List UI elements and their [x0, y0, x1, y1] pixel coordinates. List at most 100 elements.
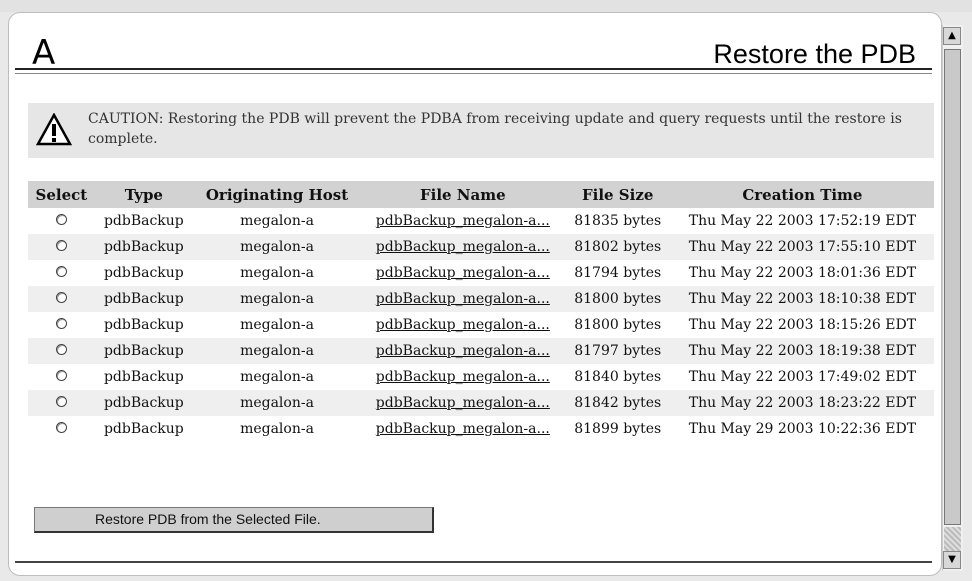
- row-creation-time: Thu May 29 2003 10:22:36 EDT: [688, 421, 917, 437]
- row-originating-host: megalon-a: [192, 390, 362, 416]
- column-type: Type: [94, 181, 193, 208]
- row-originating-host: megalon-a: [240, 369, 314, 385]
- table-row[interactable]: pdbBackup megalon-a pdbBackup_megalon-a...…: [28, 312, 934, 338]
- file-link[interactable]: pdbBackup_megalon-a...: [376, 213, 550, 229]
- radio-button[interactable]: [55, 344, 67, 355]
- row-select-radio[interactable]: [28, 312, 95, 338]
- row-file-size: 81842 bytes: [564, 390, 671, 416]
- table-body: pdbBackup megalon-a pdbBackup_megalon-a...…: [28, 208, 934, 442]
- row-file-size: 81794 bytes: [574, 265, 662, 281]
- caution-banner: CAUTION: Restoring the PDB will prevent …: [28, 103, 934, 158]
- row-select-radio[interactable]: [28, 234, 95, 260]
- table-row[interactable]: pdbBackup megalon-a pdbBackup_megalon-a...…: [28, 208, 934, 234]
- row-file-name: pdbBackup_megalon-a...: [361, 338, 565, 364]
- table-row[interactable]: pdbBackup megalon-a pdbBackup_megalon-a...…: [28, 234, 934, 260]
- radio-button[interactable]: [55, 396, 67, 407]
- radio-button[interactable]: [55, 422, 67, 433]
- row-type: pdbBackup: [103, 213, 184, 229]
- row-file-size: 81797 bytes: [564, 338, 671, 364]
- row-type: pdbBackup: [103, 369, 184, 385]
- file-link[interactable]: pdbBackup_megalon-a...: [376, 291, 550, 307]
- row-select-radio[interactable]: [28, 338, 95, 364]
- column-file-size: File Size: [564, 181, 671, 208]
- row-file-name: pdbBackup_megalon-a...: [361, 390, 565, 416]
- header-divider: [15, 68, 932, 70]
- radio-button[interactable]: [55, 318, 67, 329]
- row-type: pdbBackup: [94, 338, 193, 364]
- row-file-name: pdbBackup_megalon-a...: [361, 234, 565, 260]
- header-divider-thin: [15, 73, 932, 74]
- row-creation-time: Thu May 22 2003 18:01:36 EDT: [688, 265, 917, 281]
- row-file-name: pdbBackup_megalon-a...: [361, 286, 565, 312]
- radio-button[interactable]: [55, 214, 67, 225]
- scrollbar-track[interactable]: [944, 527, 961, 551]
- column-file-name: File Name: [361, 181, 565, 208]
- warning-icon: [36, 113, 72, 146]
- table-row[interactable]: pdbBackup megalon-a pdbBackup_megalon-a...…: [28, 364, 934, 390]
- arrow-up-icon[interactable]: ▲: [943, 27, 961, 45]
- radio-button[interactable]: [55, 266, 67, 277]
- column-select: Select: [28, 181, 95, 208]
- radio-button[interactable]: [55, 292, 67, 303]
- row-originating-host: megalon-a: [240, 213, 314, 229]
- row-originating-host: megalon-a: [192, 234, 362, 260]
- file-link[interactable]: pdbBackup_megalon-a...: [376, 265, 550, 281]
- row-type: pdbBackup: [94, 234, 193, 260]
- row-creation-time: Thu May 22 2003 18:19:38 EDT: [670, 338, 934, 364]
- table-row[interactable]: pdbBackup megalon-a pdbBackup_megalon-a...…: [28, 416, 934, 442]
- footer-divider: [15, 561, 932, 563]
- row-originating-host: megalon-a: [192, 338, 362, 364]
- arrow-down-icon[interactable]: ▼: [943, 551, 961, 569]
- logo: A: [32, 33, 56, 73]
- row-originating-host: megalon-a: [240, 421, 314, 437]
- row-file-size: 81840 bytes: [574, 369, 662, 385]
- row-select-radio[interactable]: [28, 260, 95, 286]
- row-select-radio[interactable]: [28, 416, 95, 442]
- file-link[interactable]: pdbBackup_megalon-a...: [376, 369, 550, 385]
- radio-button[interactable]: [55, 370, 67, 381]
- file-link[interactable]: pdbBackup_megalon-a...: [376, 343, 550, 359]
- table-row[interactable]: pdbBackup megalon-a pdbBackup_megalon-a...…: [28, 338, 934, 364]
- row-originating-host: megalon-a: [192, 286, 362, 312]
- row-creation-time: Thu May 22 2003 17:52:19 EDT: [688, 213, 917, 229]
- top-strip: [0, 0, 972, 12]
- row-select-radio[interactable]: [28, 364, 95, 390]
- row-type: pdbBackup: [103, 265, 184, 281]
- vertical-scrollbar[interactable]: ▲ ▼: [942, 25, 963, 571]
- file-link[interactable]: pdbBackup_megalon-a...: [376, 395, 550, 411]
- file-link[interactable]: pdbBackup_megalon-a...: [376, 239, 550, 255]
- caution-text: CAUTION: Restoring the PDB will prevent …: [88, 111, 902, 147]
- row-creation-time: Thu May 22 2003 17:49:02 EDT: [688, 369, 917, 385]
- row-originating-host: megalon-a: [240, 265, 314, 281]
- row-originating-host: megalon-a: [240, 317, 314, 333]
- row-file-name: pdbBackup_megalon-a...: [361, 364, 565, 390]
- row-select-radio[interactable]: [28, 390, 95, 416]
- row-type: pdbBackup: [103, 317, 184, 333]
- backup-table: Select Type Originating Host File Name F…: [28, 181, 934, 442]
- table-row[interactable]: pdbBackup megalon-a pdbBackup_megalon-a...…: [28, 260, 934, 286]
- radio-button[interactable]: [55, 240, 67, 251]
- row-select-radio[interactable]: [28, 286, 95, 312]
- row-file-size: 81835 bytes: [574, 213, 662, 229]
- row-file-size: 81802 bytes: [564, 234, 671, 260]
- scrollbar-thumb[interactable]: [944, 49, 961, 525]
- table-header-row: Select Type Originating Host File Name F…: [28, 181, 934, 208]
- file-link[interactable]: pdbBackup_megalon-a...: [376, 317, 550, 333]
- table-row[interactable]: pdbBackup megalon-a pdbBackup_megalon-a...…: [28, 390, 934, 416]
- column-creation-time: Creation Time: [670, 181, 934, 208]
- row-file-size: 81800 bytes: [564, 286, 671, 312]
- row-type: pdbBackup: [94, 286, 193, 312]
- row-type: pdbBackup: [94, 390, 193, 416]
- row-creation-time: Thu May 22 2003 17:55:10 EDT: [670, 234, 934, 260]
- page-title: Restore the PDB: [713, 39, 916, 69]
- column-originating-host: Originating Host: [192, 181, 362, 208]
- table-row[interactable]: pdbBackup megalon-a pdbBackup_megalon-a...…: [28, 286, 934, 312]
- row-file-name: pdbBackup_megalon-a...: [361, 312, 565, 338]
- row-file-name: pdbBackup_megalon-a...: [361, 416, 565, 442]
- row-file-name: pdbBackup_megalon-a...: [361, 260, 565, 286]
- row-file-name: pdbBackup_megalon-a...: [361, 208, 565, 234]
- file-link[interactable]: pdbBackup_megalon-a...: [376, 421, 550, 437]
- row-file-size: 81800 bytes: [574, 317, 662, 333]
- restore-pdb-button[interactable]: Restore PDB from the Selected File.: [34, 507, 434, 533]
- row-select-radio[interactable]: [28, 208, 95, 234]
